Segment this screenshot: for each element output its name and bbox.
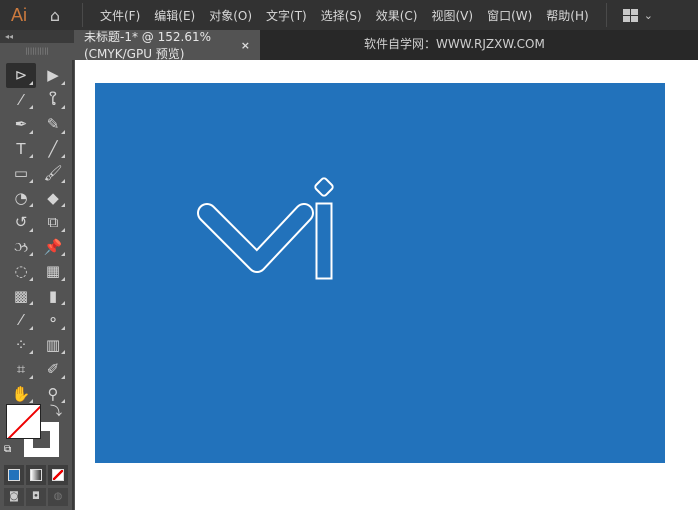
menu-object[interactable]: 对象(O) xyxy=(202,7,259,24)
eyedropper-icon: ⁄ xyxy=(19,311,23,330)
menu-select[interactable]: 选择(S) xyxy=(314,7,369,24)
selection-tool[interactable]: ⊳ xyxy=(6,63,36,88)
direct-selection-tool[interactable]: ▶ xyxy=(38,63,68,88)
lasso-icon: ໃ xyxy=(48,90,58,109)
menu-help[interactable]: 帮助(H) xyxy=(539,7,595,24)
magic-wand-icon: ⁄ xyxy=(19,90,23,109)
menu-bar: Ai ⌂ 文件(F) 编辑(E) 对象(O) 文字(T) 选择(S) 效果(C)… xyxy=(0,0,698,30)
app-logo: Ai xyxy=(10,4,27,25)
chevron-down-icon: ⌄ xyxy=(643,8,653,22)
watermark-text: 软件自学网：WWW.RJZXW.COM xyxy=(364,37,545,51)
menu-edit[interactable]: 编辑(E) xyxy=(147,7,202,24)
fill-stroke-swatches: ⤵ ⧉ xyxy=(4,402,66,464)
home-icon[interactable]: ⌂ xyxy=(38,6,72,25)
color-button[interactable] xyxy=(4,465,24,485)
magic-wand-tool[interactable]: ⁄ xyxy=(6,88,36,113)
perspective-grid-tool[interactable]: ▦ xyxy=(38,259,68,284)
hand-icon: ✋ xyxy=(11,384,31,403)
eraser-tool[interactable]: ◆ xyxy=(38,186,68,211)
document-tab[interactable]: 未标题-1* @ 152.61% (CMYK/GPU 预览) × xyxy=(74,30,260,61)
rectangle-icon: ▭ xyxy=(13,164,29,183)
eraser-icon: ◆ xyxy=(47,188,59,207)
artboard-icon: ⌗ xyxy=(16,360,26,379)
perspective-grid-icon: ▦ xyxy=(45,262,61,281)
menu-type[interactable]: 文字(T) xyxy=(259,7,314,24)
default-colors-icon[interactable]: ⧉ xyxy=(4,444,11,455)
color-mode-buttons xyxy=(4,465,68,485)
workspace-switcher[interactable]: ⌄ xyxy=(622,8,653,22)
shaper-icon: ◔ xyxy=(14,188,28,207)
collapse-panel-icon[interactable]: ◂◂ xyxy=(0,30,74,43)
line-icon: ╱ xyxy=(48,139,58,158)
hand-tool[interactable]: ✋ xyxy=(6,382,36,407)
none-button[interactable] xyxy=(48,465,68,485)
draw-inside-icon[interactable]: ◍ xyxy=(48,488,68,506)
eyedropper-tool[interactable]: ⁄ xyxy=(6,308,36,333)
menu-window[interactable]: 窗口(W) xyxy=(480,7,539,24)
symbol-sprayer-tool[interactable]: ⁘ xyxy=(6,333,36,358)
direct-selection-icon: ▶ xyxy=(47,66,59,85)
symbol-sprayer-icon: ⁘ xyxy=(14,335,28,354)
divider xyxy=(82,3,83,27)
divider xyxy=(605,3,607,27)
blue-background-rect[interactable] xyxy=(95,83,665,463)
menu-file[interactable]: 文件(F) xyxy=(93,7,147,24)
lasso-tool[interactable]: ໃ xyxy=(38,88,68,113)
document-tab-title: 未标题-1* @ 152.61% (CMYK/GPU 预览) xyxy=(84,30,211,61)
close-icon[interactable]: × xyxy=(241,39,250,52)
swap-icon[interactable]: ⤵ xyxy=(50,402,62,419)
slice-tool[interactable]: ✐ xyxy=(38,357,68,382)
pen-tool[interactable]: ✒ xyxy=(6,112,36,137)
zoom-icon: ⚲ xyxy=(47,384,59,403)
line-tool[interactable]: ╱ xyxy=(38,137,68,162)
canvas[interactable] xyxy=(75,60,698,510)
gradient-icon: ▮ xyxy=(48,286,58,305)
curvature-icon: ✎ xyxy=(46,115,60,134)
toolbar: ⊳ ▶ ⁄ ໃ ✒ ✎ T ╱ ▭ 🖌 ◔ ◆ ↺ ⧉ ઝ 📌 ◌ ▦ ▩ ▮ ⁄ ⚬ ⁘ ▥ ⌗ ✐ ✋ ⚲ ⤵ ⧉ ◙ ◘ ◍ xyxy=(0,60,74,510)
artboard[interactable] xyxy=(95,83,665,463)
blend-tool[interactable]: ⚬ xyxy=(38,308,68,333)
scale-tool[interactable]: ⧉ xyxy=(38,210,68,235)
gradient-tool[interactable]: ▮ xyxy=(38,284,68,309)
shape-builder-tool[interactable]: ◌ xyxy=(6,259,36,284)
puppet-warp-icon: 📌 xyxy=(43,237,63,256)
selection-icon: ⊳ xyxy=(14,66,28,85)
paintbrush-tool[interactable]: 🖌 xyxy=(38,161,68,186)
panel-grip[interactable]: |||||||||| xyxy=(0,43,74,60)
artboard-tool[interactable]: ⌗ xyxy=(6,357,36,382)
curvature-tool[interactable]: ✎ xyxy=(38,112,68,137)
scale-icon: ⧉ xyxy=(47,213,59,232)
gradient-button[interactable] xyxy=(26,465,46,485)
shaper-tool[interactable]: ◔ xyxy=(6,186,36,211)
fill-swatch[interactable] xyxy=(6,404,41,439)
column-graph-icon: ▥ xyxy=(45,335,61,354)
draw-behind-icon[interactable]: ◘ xyxy=(26,488,46,506)
workspace-icon xyxy=(622,8,638,22)
column-graph-tool[interactable]: ▥ xyxy=(38,333,68,358)
rotate-icon: ↺ xyxy=(14,213,28,232)
blend-icon: ⚬ xyxy=(46,311,60,330)
pen-icon: ✒ xyxy=(14,115,28,134)
warp-tool[interactable]: ઝ xyxy=(6,235,36,260)
rectangle-tool[interactable]: ▭ xyxy=(6,161,36,186)
mesh-icon: ▩ xyxy=(13,286,29,305)
type-tool[interactable]: T xyxy=(6,137,36,162)
menu-view[interactable]: 视图(V) xyxy=(424,7,480,24)
type-icon: T xyxy=(16,139,26,158)
puppet-warp-tool[interactable]: 📌 xyxy=(38,235,68,260)
rotate-tool[interactable]: ↺ xyxy=(6,210,36,235)
draw-normal-icon[interactable]: ◙ xyxy=(4,488,24,506)
shape-builder-icon: ◌ xyxy=(14,262,28,281)
draw-mode-buttons: ◙ ◘ ◍ xyxy=(4,488,68,506)
document-tab-bar: ◂◂ |||||||||| 未标题-1* @ 152.61% (CMYK/GPU… xyxy=(0,30,698,61)
menu-effect[interactable]: 效果(C) xyxy=(369,7,425,24)
paintbrush-icon: 🖌 xyxy=(43,164,63,183)
slice-icon: ✐ xyxy=(46,360,60,379)
mesh-tool[interactable]: ▩ xyxy=(6,284,36,309)
warp-icon: ઝ xyxy=(13,237,29,256)
